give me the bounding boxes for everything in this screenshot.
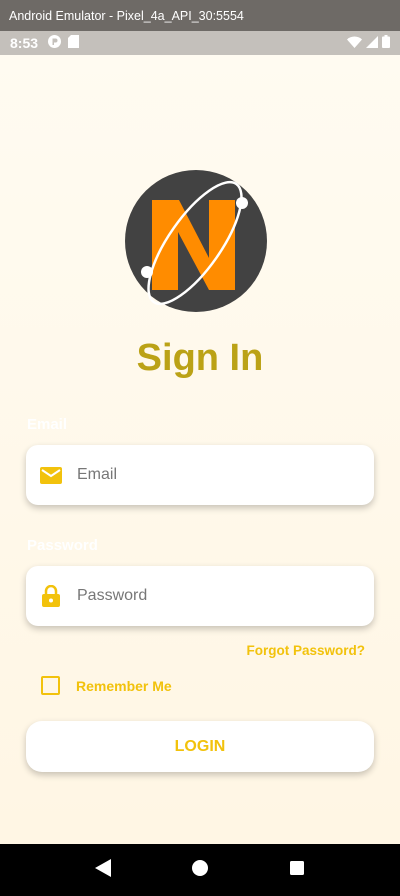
app-logo (125, 170, 267, 312)
navigation-bar (0, 844, 400, 896)
remember-me-label: Remember Me (76, 677, 172, 694)
password-field[interactable] (26, 566, 374, 626)
back-button[interactable] (83, 850, 123, 890)
window-title-bar: Android Emulator - Pixel_4a_API_30:5554 (0, 0, 400, 31)
remember-me-checkbox[interactable] (41, 676, 60, 695)
lock-icon (40, 585, 62, 607)
password-label: Password (27, 537, 98, 554)
email-field[interactable] (26, 445, 374, 505)
status-bar: 8:53 (0, 31, 400, 55)
home-icon (191, 859, 208, 881)
wifi-icon (347, 35, 362, 51)
mail-icon (40, 464, 62, 486)
back-icon (95, 858, 112, 882)
recents-button[interactable] (277, 850, 317, 890)
home-button[interactable] (180, 850, 220, 890)
forgot-password-link[interactable]: Forgot Password? (246, 643, 365, 658)
recents-icon (289, 860, 304, 880)
sign-in-screen: Sign In Email Password Forgot Password? … (0, 55, 400, 844)
password-input[interactable] (75, 586, 329, 606)
cell-signal-icon (366, 35, 378, 51)
remember-me-row[interactable]: Remember Me (41, 676, 172, 695)
page-title: Sign In (136, 337, 264, 379)
email-label: Email (27, 416, 68, 433)
window-title: Android Emulator - Pixel_4a_API_30:5554 (9, 8, 244, 23)
login-button[interactable]: LOGIN (26, 721, 374, 772)
notification-p-icon (48, 35, 62, 51)
sd-card-icon (68, 35, 80, 51)
battery-icon (382, 35, 390, 51)
email-input[interactable] (75, 465, 329, 485)
status-time: 8:53 (10, 35, 39, 51)
